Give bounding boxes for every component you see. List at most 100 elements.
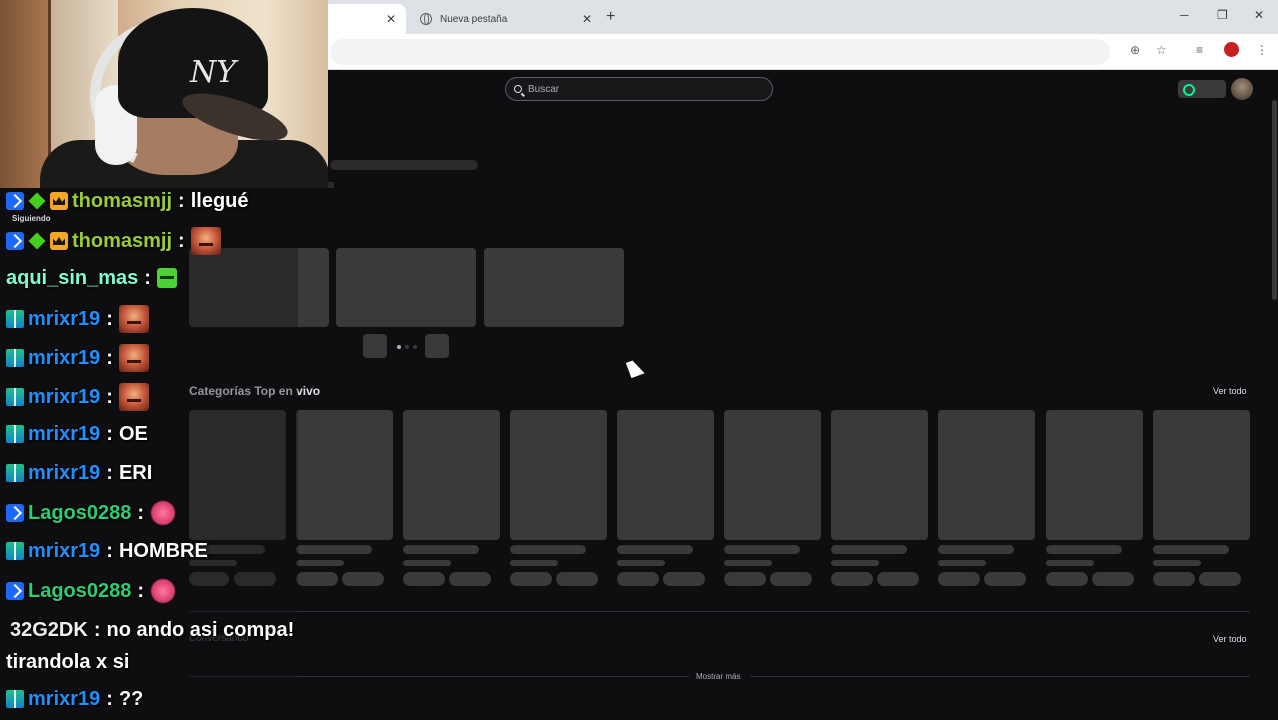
- chat-username[interactable]: aqui_sin_mas: [6, 266, 138, 290]
- category-card[interactable]: [1153, 410, 1250, 540]
- tag-pill[interactable]: [770, 572, 812, 586]
- chat-message: Lagos0288 :: [6, 495, 181, 531]
- carousel-placeholder[interactable]: [484, 248, 624, 327]
- minimize-icon[interactable]: ─: [1180, 8, 1189, 22]
- chat-text: OE: [118, 423, 148, 445]
- category-card[interactable]: [296, 410, 393, 540]
- carousel-dot[interactable]: [397, 345, 401, 349]
- category-card[interactable]: [831, 410, 928, 540]
- chat-separator: :: [144, 267, 151, 289]
- user-avatar[interactable]: [1231, 78, 1253, 100]
- cap-logo: NY: [190, 55, 237, 90]
- omnibox[interactable]: [330, 39, 1110, 65]
- gift-badge-icon: [6, 690, 24, 708]
- chat-separator: :: [106, 462, 113, 484]
- green-emote-icon: [156, 268, 177, 288]
- tag-pill[interactable]: [556, 572, 598, 586]
- tag-pill[interactable]: [938, 572, 980, 586]
- chat-username[interactable]: mrixr19: [28, 385, 100, 409]
- star-icon[interactable]: ☆: [1156, 43, 1167, 57]
- zoom-icon[interactable]: ⊕: [1130, 43, 1140, 57]
- tab-close-icon[interactable]: ✕: [582, 12, 592, 26]
- carousel-prev-button[interactable]: [363, 334, 387, 358]
- category-card[interactable]: [510, 410, 607, 540]
- tag-pill[interactable]: [510, 572, 552, 586]
- chat-username[interactable]: mrixr19: [28, 687, 100, 711]
- chat-separator: :: [106, 688, 113, 710]
- skeleton-bar: [1153, 560, 1201, 566]
- search-input[interactable]: Buscar: [505, 77, 773, 101]
- skeleton-bar: [403, 545, 479, 554]
- carousel-dot[interactable]: [413, 345, 417, 349]
- skeleton-bar: [617, 560, 665, 566]
- chat-text: llegué: [190, 190, 249, 212]
- diamond-badge-icon: [28, 232, 46, 250]
- divider: [750, 676, 1250, 677]
- carousel-next-button[interactable]: [425, 334, 449, 358]
- tab-close-icon[interactable]: ✕: [386, 12, 396, 26]
- tag-pill[interactable]: [984, 572, 1026, 586]
- tag-pill[interactable]: [1153, 572, 1195, 586]
- chat-message: aqui_sin_mas :: [6, 266, 177, 290]
- chat-username[interactable]: Lagos0288: [28, 501, 131, 525]
- chat-username[interactable]: 32G2DK: [10, 618, 88, 642]
- skeleton-bar: [296, 560, 344, 566]
- page-scrollbar[interactable]: [1272, 100, 1277, 300]
- profile-avatar-icon[interactable]: [1224, 42, 1239, 57]
- window-close-icon[interactable]: ✕: [1254, 8, 1264, 22]
- chat-message-continuation: tirandola x si: [6, 650, 129, 674]
- skeleton-bar: [1046, 545, 1122, 554]
- carousel-placeholder[interactable]: [336, 248, 476, 327]
- browser-tab-new[interactable]: Nueva pestaña ✕: [412, 4, 600, 34]
- chat-separator: :: [93, 619, 101, 641]
- tag-pill[interactable]: [342, 572, 384, 586]
- chat-username[interactable]: Lagos0288: [28, 579, 131, 603]
- tag-pill[interactable]: [877, 572, 919, 586]
- prime-badge-icon: [6, 232, 24, 250]
- chat-separator: :: [106, 308, 113, 330]
- category-card[interactable]: [403, 410, 500, 540]
- category-card[interactable]: [1046, 410, 1143, 540]
- browser-tab-active[interactable]: ✕: [320, 4, 406, 34]
- chat-separator: :: [137, 502, 145, 524]
- chat-separator: :: [137, 580, 145, 602]
- chat-username[interactable]: mrixr19: [28, 461, 100, 485]
- tag-pill[interactable]: [449, 572, 491, 586]
- restore-icon[interactable]: ❐: [1217, 8, 1228, 22]
- tag-pill[interactable]: [1046, 572, 1088, 586]
- chat-username[interactable]: mrixr19: [28, 422, 100, 446]
- category-card[interactable]: [938, 410, 1035, 540]
- ver-todo-link[interactable]: Ver todo: [1213, 386, 1247, 396]
- media-control-icon[interactable]: ≡: [1196, 43, 1203, 57]
- mostrar-mas-button[interactable]: Mostrar más: [696, 672, 740, 681]
- prime-badge-icon: [6, 582, 24, 600]
- gift-badge-icon: [6, 349, 24, 367]
- chat-username[interactable]: thomasmjj: [72, 229, 172, 253]
- category-card[interactable]: [617, 410, 714, 540]
- tag-pill[interactable]: [663, 572, 705, 586]
- chat-text: no ando asi compa!: [106, 619, 295, 641]
- tag-pill[interactable]: [831, 572, 873, 586]
- gift-badge-icon: [6, 310, 24, 328]
- tag-pill[interactable]: [617, 572, 659, 586]
- prime-button[interactable]: [1178, 80, 1226, 98]
- carousel-dot[interactable]: [405, 345, 409, 349]
- tag-pill[interactable]: [296, 572, 338, 586]
- chat-username[interactable]: mrixr19: [28, 539, 100, 563]
- diamond-badge-icon: [28, 192, 46, 210]
- menu-icon[interactable]: ⋮: [1256, 43, 1268, 57]
- tag-pill[interactable]: [1199, 572, 1241, 586]
- chat-username[interactable]: thomasmjj: [72, 189, 172, 213]
- chat-username[interactable]: mrixr19: [28, 307, 100, 331]
- new-tab-icon[interactable]: +: [606, 8, 615, 26]
- divider: [189, 611, 1250, 612]
- category-card[interactable]: [724, 410, 821, 540]
- chat-separator: :: [178, 190, 185, 212]
- tag-pill[interactable]: [403, 572, 445, 586]
- tag-pill[interactable]: [1092, 572, 1134, 586]
- tag-pill[interactable]: [724, 572, 766, 586]
- chat-text: ERI: [118, 462, 153, 484]
- globe-icon: [420, 13, 432, 25]
- chat-username[interactable]: mrixr19: [28, 346, 100, 370]
- ver-todo-link[interactable]: Ver todo: [1213, 634, 1247, 644]
